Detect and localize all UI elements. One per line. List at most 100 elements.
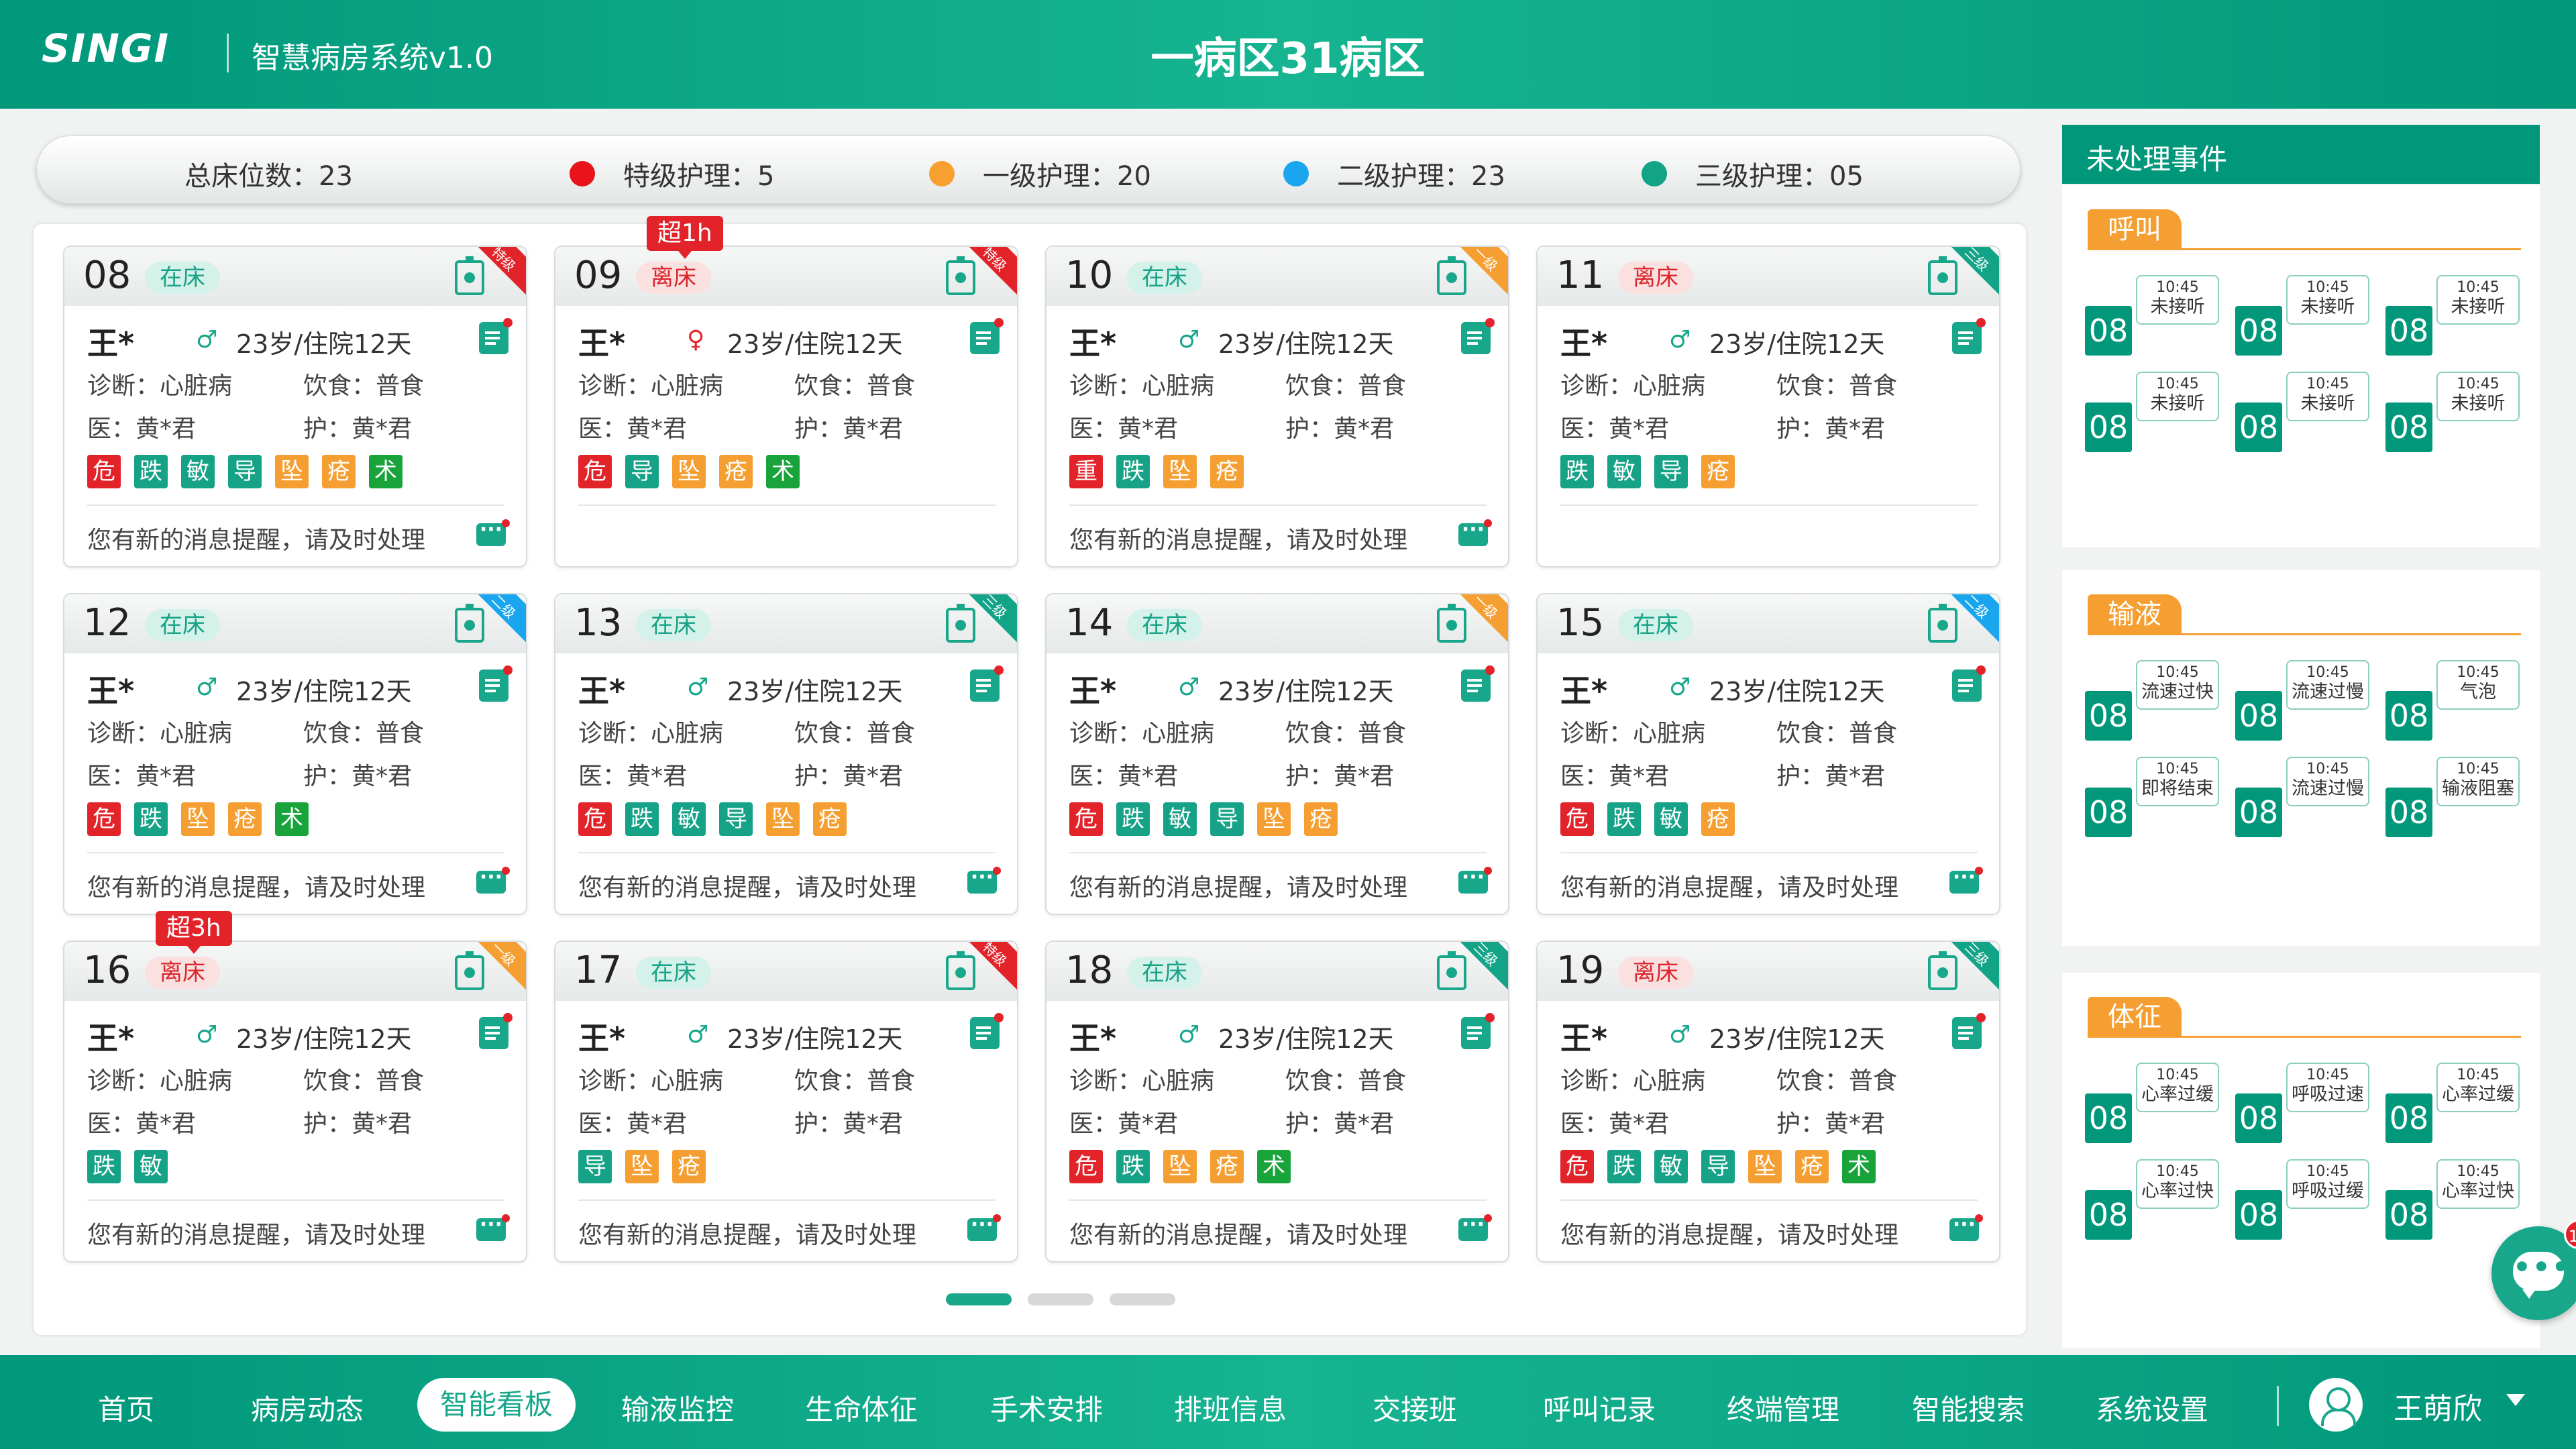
event-text: 未接听 <box>2150 297 2205 317</box>
edit-record-icon[interactable] <box>1952 1013 1986 1049</box>
event-time: 10:45 <box>2306 1067 2349 1083</box>
nav-item[interactable]: 首页 <box>98 1387 154 1428</box>
event-item[interactable]: 08 10:45 流速过慢 <box>2235 660 2369 741</box>
event-item[interactable]: 08 10:45 心率过快 <box>2385 1159 2520 1240</box>
event-item[interactable]: 08 10:45 呼吸过速 <box>2235 1063 2369 1143</box>
infusion-icon[interactable] <box>1437 256 1466 295</box>
bed-card[interactable]: 18 在床 三级 王* ♂ 23岁/住院12天 诊断：心脏病 饮食：普食 医：黄*君 护：黄*君危… <box>1045 941 1509 1263</box>
nav-item[interactable]: 智能搜索 <box>1912 1387 2025 1428</box>
event-item[interactable]: 08 10:45 未接听 <box>2085 372 2219 452</box>
message-icon[interactable] <box>476 1213 510 1241</box>
edit-record-icon[interactable] <box>479 318 513 354</box>
infusion-icon[interactable] <box>946 604 975 643</box>
nav-item[interactable]: 排班信息 <box>1174 1387 1287 1428</box>
infusion-icon[interactable] <box>455 604 484 643</box>
event-time: 10:45 <box>2457 1067 2500 1083</box>
message-icon[interactable] <box>476 865 510 894</box>
infusion-icon[interactable] <box>1437 951 1466 990</box>
edit-record-icon[interactable] <box>1952 318 1986 354</box>
nav-item[interactable]: 交接班 <box>1373 1387 1457 1428</box>
event-item[interactable]: 08 10:45 呼吸过缓 <box>2235 1159 2369 1240</box>
event-item[interactable]: 08 10:45 未接听 <box>2235 275 2369 356</box>
nav-item[interactable]: 智能看板 <box>417 1378 576 1432</box>
nav-item[interactable]: 终端管理 <box>1727 1387 1839 1428</box>
risk-tags: 危跌坠疮术 <box>1069 1150 1304 1183</box>
edit-record-icon[interactable] <box>1461 1013 1495 1049</box>
infusion-icon[interactable] <box>946 256 975 295</box>
nav-item[interactable]: 手术安排 <box>990 1387 1103 1428</box>
event-item[interactable]: 08 10:45 气泡 <box>2385 660 2520 741</box>
infusion-icon[interactable] <box>1928 604 1957 643</box>
nurse-text: 护：黄*君 <box>1285 415 1395 443</box>
event-item[interactable]: 08 10:45 未接听 <box>2235 372 2369 452</box>
page-dot[interactable] <box>1028 1293 1093 1305</box>
page-dot[interactable] <box>946 1293 1012 1305</box>
nav-item[interactable]: 病房动态 <box>251 1387 364 1428</box>
message-icon[interactable] <box>1458 518 1492 546</box>
message-icon[interactable] <box>1949 1213 1983 1241</box>
event-item[interactable]: 08 10:45 流速过慢 <box>2235 757 2369 837</box>
risk-tag: 跌 <box>87 1150 121 1183</box>
edit-record-icon[interactable] <box>1461 665 1495 702</box>
event-bubble: 10:45 未接听 <box>2286 372 2369 421</box>
bed-card[interactable]: 13 在床 三级 王* ♂ 23岁/住院12天 诊断：心脏病 饮食：普食 医：黄*君 护：黄*君危… <box>554 593 1018 915</box>
bed-card[interactable]: 19 离床 三级 王* ♂ 23岁/住院12天 诊断：心脏病 饮食：普食 医：黄*君 护：黄*君危… <box>1536 941 2000 1263</box>
event-item[interactable]: 08 10:45 流速过快 <box>2085 660 2219 741</box>
message-icon[interactable] <box>967 865 1001 894</box>
infusion-icon[interactable] <box>946 951 975 990</box>
infusion-icon[interactable] <box>1928 951 1957 990</box>
infusion-icon[interactable] <box>455 256 484 295</box>
event-item[interactable]: 08 10:45 未接听 <box>2385 372 2520 452</box>
message-icon[interactable] <box>1458 1213 1492 1241</box>
event-item[interactable]: 08 10:45 未接听 <box>2085 275 2219 356</box>
edit-record-icon[interactable] <box>1461 318 1495 354</box>
message-icon[interactable] <box>476 518 510 546</box>
bed-card[interactable]: 09 离床 特级 超1h 王* ♀ 23岁/住院12天 诊断：心脏病 饮食：普食 医：黄*君 护：黄… <box>554 216 1018 568</box>
user-name[interactable]: 王萌欣 <box>2394 1385 2482 1428</box>
bed-card[interactable]: 08 在床 特级 王* ♂ 23岁/住院12天 诊断：心脏病 饮食：普食 医：黄*君 护：黄*君危… <box>63 246 527 568</box>
event-item[interactable]: 08 10:45 未接听 <box>2385 275 2520 356</box>
edit-record-icon[interactable] <box>479 665 513 702</box>
card-divider <box>578 1199 996 1201</box>
patient-name: 王* <box>578 325 626 362</box>
bed-card[interactable]: 10 在床 一级 王* ♂ 23岁/住院12天 诊断：心脏病 饮食：普食 医：黄*君 护：黄*君重… <box>1045 246 1509 568</box>
event-text: 未接听 <box>2451 393 2506 414</box>
event-item[interactable]: 08 10:45 心率过缓 <box>2085 1063 2219 1143</box>
infusion-icon[interactable] <box>1437 604 1466 643</box>
patient-name: 王* <box>1560 325 1608 362</box>
edit-record-icon[interactable] <box>970 665 1004 702</box>
event-item[interactable]: 08 10:45 输液阻塞 <box>2385 757 2520 837</box>
message-icon[interactable] <box>967 1213 1001 1241</box>
events-title: 未处理事件 <box>2086 143 2228 176</box>
event-time: 10:45 <box>2156 761 2199 777</box>
user-avatar-icon[interactable] <box>2309 1378 2363 1432</box>
nav-item[interactable]: 系统设置 <box>2096 1387 2208 1428</box>
event-item[interactable]: 08 10:45 心率过快 <box>2085 1159 2219 1240</box>
risk-tag: 跌 <box>1116 455 1150 488</box>
risk-tag: 敏 <box>1163 802 1197 836</box>
nurse-text: 护：黄*君 <box>303 415 413 443</box>
infusion-icon[interactable] <box>1928 256 1957 295</box>
bed-card[interactable]: 15 在床 二级 王* ♂ 23岁/住院12天 诊断：心脏病 饮食：普食 医：黄*君 护：黄*君危… <box>1536 593 2000 915</box>
event-item[interactable]: 08 10:45 即将结束 <box>2085 757 2219 837</box>
doctor-text: 医：黄*君 <box>1560 763 1670 790</box>
nav-item[interactable]: 输液监控 <box>621 1387 734 1428</box>
edit-record-icon[interactable] <box>1952 665 1986 702</box>
message-icon[interactable] <box>1458 865 1492 894</box>
bed-card[interactable]: 11 离床 三级 王* ♂ 23岁/住院12天 诊断：心脏病 饮食：普食 医：黄*君 护：黄*君跌… <box>1536 246 2000 568</box>
edit-record-icon[interactable] <box>479 1013 513 1049</box>
page-dot[interactable] <box>1110 1293 1175 1305</box>
nav-item[interactable]: 生命体征 <box>805 1387 918 1428</box>
chevron-down-icon[interactable] <box>2506 1394 2525 1406</box>
message-icon[interactable] <box>1949 865 1983 894</box>
bed-card[interactable]: 12 在床 二级 王* ♂ 23岁/住院12天 诊断：心脏病 饮食：普食 医：黄*君 护：黄*君危… <box>63 593 527 915</box>
diet-text: 饮食：普食 <box>794 372 916 400</box>
bed-card[interactable]: 14 在床 一级 王* ♂ 23岁/住院12天 诊断：心脏病 饮食：普食 医：黄*君 护：黄*君危… <box>1045 593 1509 915</box>
infusion-icon[interactable] <box>455 951 484 990</box>
event-item[interactable]: 08 10:45 心率过缓 <box>2385 1063 2520 1143</box>
bed-card[interactable]: 16 离床 一级 超3h 王* ♂ 23岁/住院12天 诊断：心脏病 饮食：普食 医：黄*君 护：黄… <box>63 911 527 1263</box>
bed-card[interactable]: 17 在床 特级 王* ♂ 23岁/住院12天 诊断：心脏病 饮食：普食 医：黄*君 护：黄*君导… <box>554 941 1018 1263</box>
edit-record-icon[interactable] <box>970 318 1004 354</box>
edit-record-icon[interactable] <box>970 1013 1004 1049</box>
nav-item[interactable]: 呼叫记录 <box>1543 1387 1656 1428</box>
